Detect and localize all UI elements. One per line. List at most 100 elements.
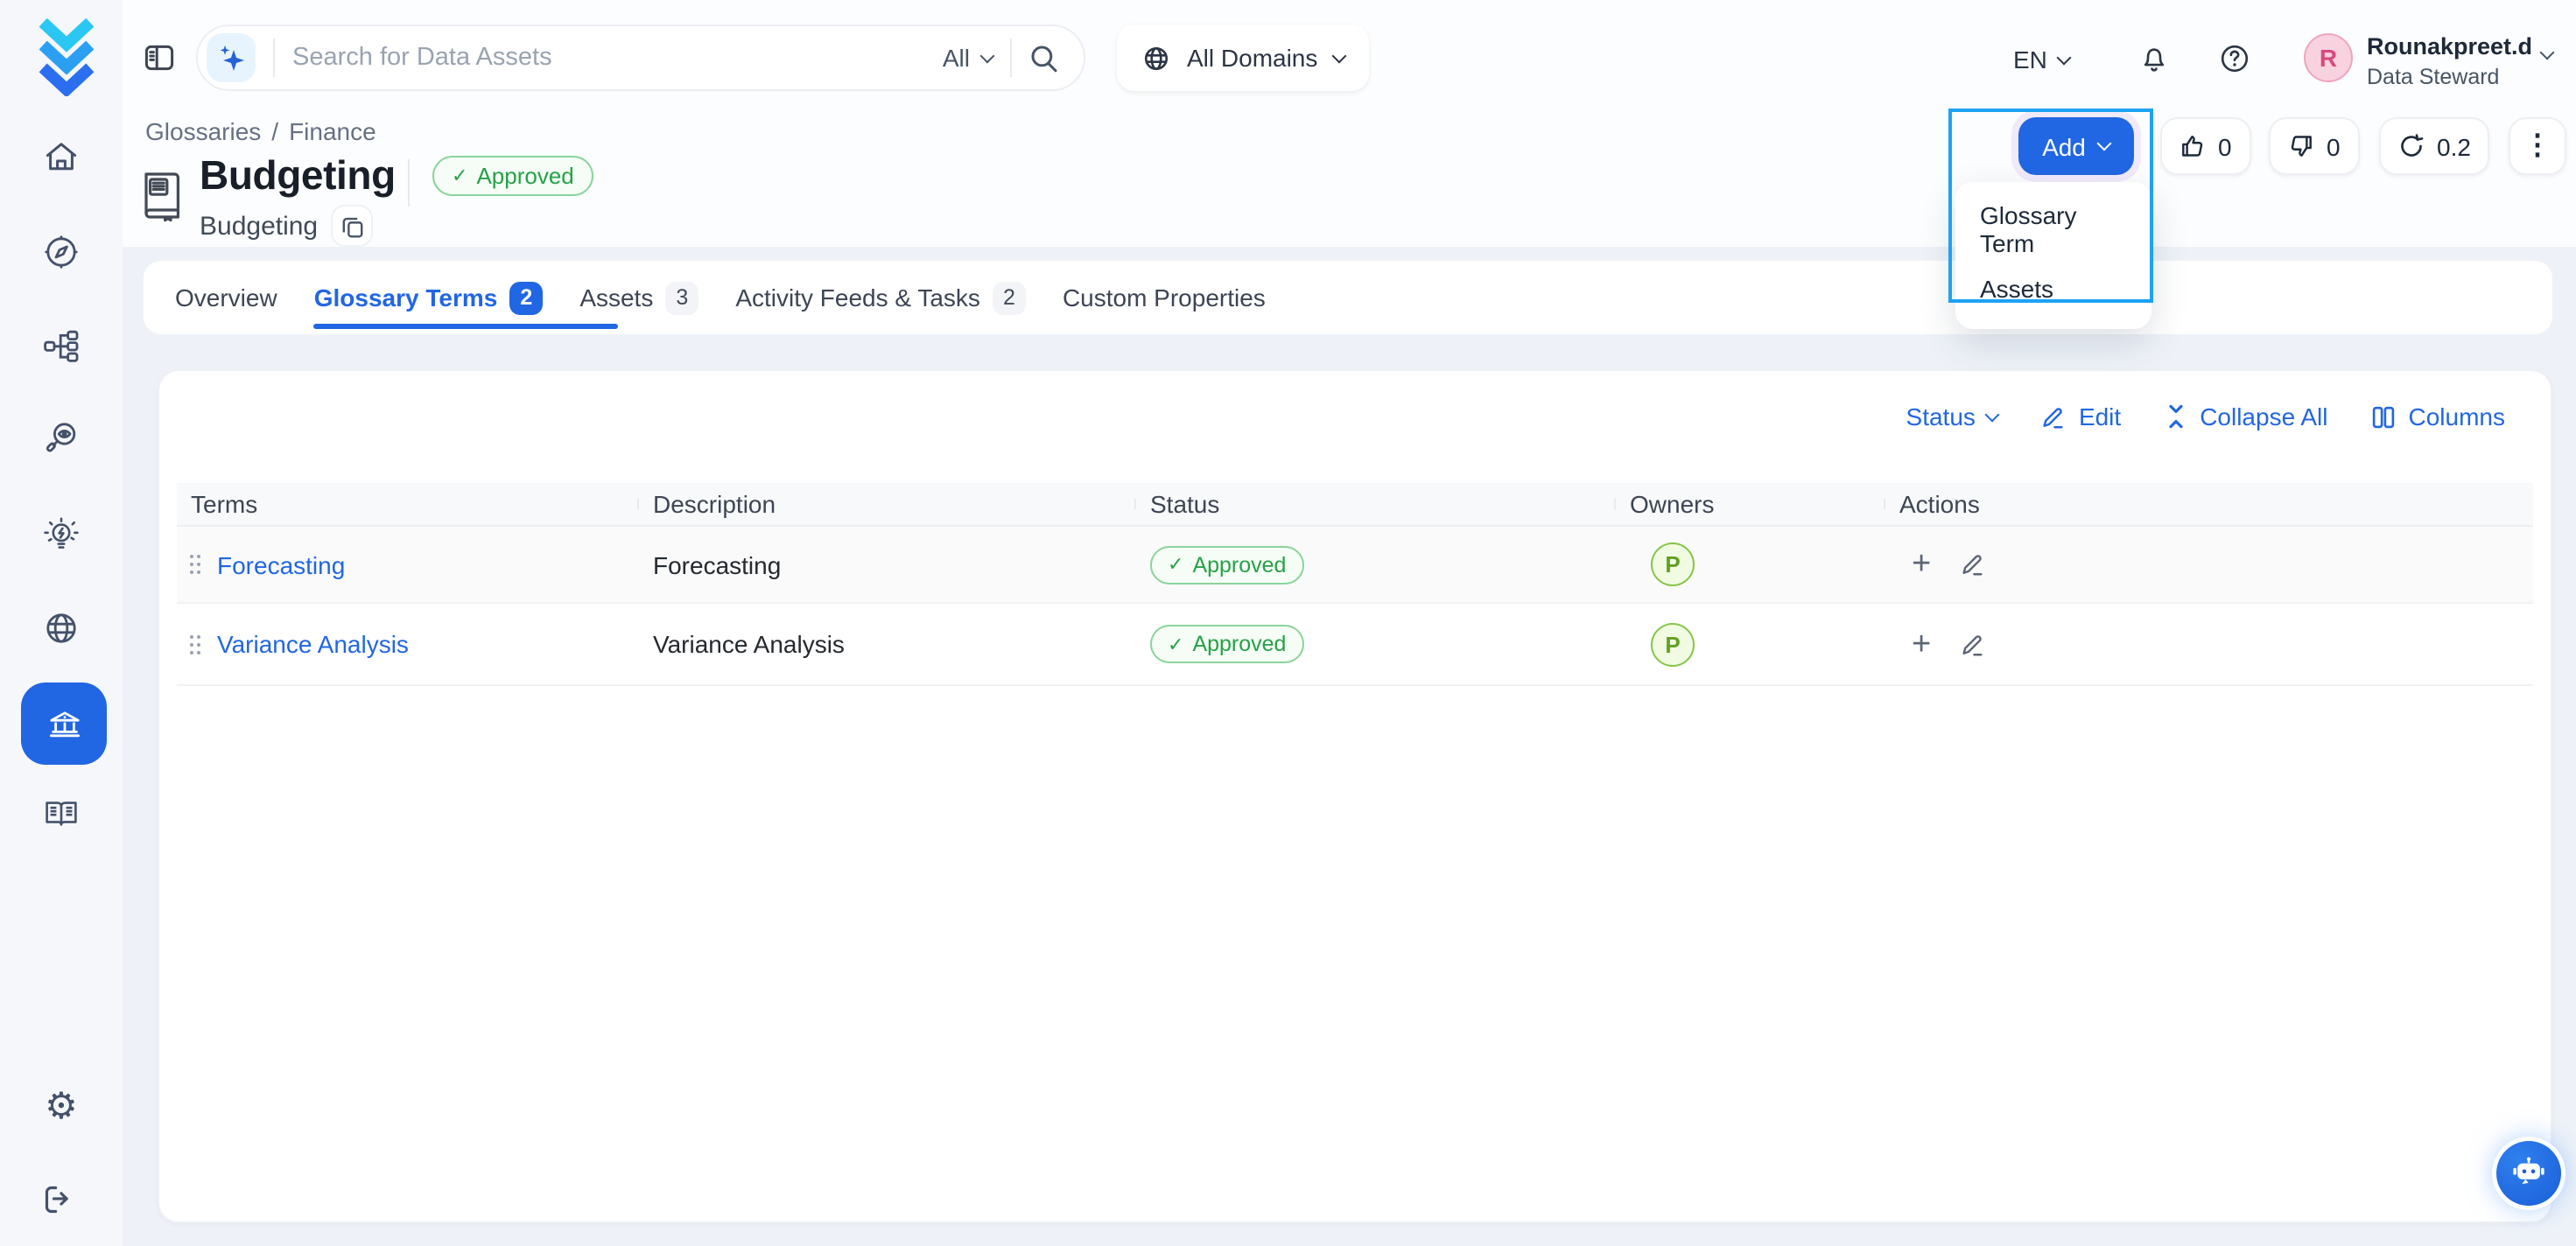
upvote-button[interactable]: 0 <box>2160 117 2251 175</box>
term-link[interactable]: Variance Analysis <box>217 630 409 658</box>
glossary-terms-table: Terms Description Status Owners Actions … <box>177 483 2533 686</box>
global-search-bar[interactable]: All <box>196 24 1085 91</box>
user-avatar[interactable]: R <box>2304 33 2353 82</box>
openmetadata-app: ⚙ All <box>0 0 2576 1246</box>
collapse-all-button[interactable]: Collapse All <box>2163 402 2327 430</box>
owner-avatar[interactable]: P <box>1651 542 1695 586</box>
thumbs-up-icon <box>2179 133 2206 159</box>
drag-handle-icon[interactable] <box>187 633 203 655</box>
status-filter-dropdown[interactable]: Status <box>1906 402 1998 430</box>
chevron-down-icon <box>1331 48 1346 63</box>
kebab-icon: ⋮ <box>2523 132 2551 160</box>
add-child-term-button[interactable]: + <box>1912 548 1931 581</box>
check-icon: ✓ <box>452 164 467 187</box>
column-header-owners: Owners <box>1616 490 1885 518</box>
more-options-button[interactable]: ⋮ <box>2509 117 2566 175</box>
thumbs-down-icon <box>2288 133 2314 159</box>
user-name: Rounakpreet.d <box>2367 33 2532 61</box>
app-logo[interactable] <box>30 16 103 96</box>
sidebar-item-domains[interactable] <box>42 609 81 648</box>
tab-overview[interactable]: Overview <box>175 284 277 312</box>
column-header-status: Status <box>1136 490 1616 518</box>
sidebar-item-insights[interactable] <box>42 516 81 555</box>
table-row: Variance Analysis Variance Analysis ✓ Ap… <box>177 604 2533 686</box>
check-icon: ✓ <box>1168 633 1183 655</box>
tab-label: Custom Properties <box>1063 284 1266 312</box>
chatbot-button[interactable] <box>2496 1141 2561 1206</box>
menu-item-assets[interactable]: Assets <box>1955 266 2151 312</box>
robot-icon <box>2510 1155 2547 1192</box>
drag-handle-icon[interactable] <box>187 553 203 576</box>
chevron-down-icon <box>2057 50 2072 65</box>
globe-icon <box>1141 43 1171 73</box>
sidebar-item-lineage[interactable] <box>42 327 81 366</box>
sidebar-item-glossary[interactable] <box>42 796 81 835</box>
breadcrumb-glossaries[interactable]: Glossaries <box>145 117 261 145</box>
bell-icon <box>2139 44 2169 75</box>
copy-button[interactable] <box>331 205 373 247</box>
owner-initial: P <box>1665 631 1680 657</box>
ai-sparkle-icon <box>215 42 247 74</box>
status-badge: ✓ Approved <box>1150 625 1303 663</box>
chevron-down-icon <box>980 48 995 63</box>
add-button[interactable]: Add <box>2018 117 2134 175</box>
sidebar-item-settings[interactable]: ⚙ <box>42 1088 81 1127</box>
sidebar-item-explore[interactable] <box>42 233 81 271</box>
search-icon[interactable] <box>1029 43 1059 73</box>
downvote-button[interactable]: 0 <box>2269 117 2360 175</box>
collapse-all-icon <box>2163 402 2187 430</box>
divider <box>273 38 275 77</box>
sidebar-collapse-button[interactable] <box>144 42 175 74</box>
tab-count-badge: 3 <box>665 281 698 314</box>
search-input[interactable] <box>292 44 943 72</box>
columns-button[interactable]: Columns <box>2370 402 2506 430</box>
sidebar-item-observability[interactable] <box>42 420 81 458</box>
tab-assets[interactable]: Assets 3 <box>579 281 698 314</box>
user-role: Data Steward <box>2367 65 2532 91</box>
version-button[interactable]: 0.2 <box>2379 117 2490 175</box>
menu-item-glossary-term[interactable]: Glossary Term <box>1955 192 2151 266</box>
sidebar-item-govern[interactable] <box>21 682 107 765</box>
row-edit-icon[interactable] <box>1959 551 1985 578</box>
edit-button[interactable]: Edit <box>2040 402 2121 430</box>
divider <box>408 159 410 206</box>
help-button[interactable] <box>2220 44 2250 74</box>
copy-icon <box>340 214 363 237</box>
owner-initial: P <box>1665 551 1680 578</box>
breadcrumb-finance[interactable]: Finance <box>289 117 376 145</box>
ai-search-button[interactable] <box>207 33 256 82</box>
notifications-button[interactable] <box>2139 44 2169 75</box>
tab-activity-feeds[interactable]: Activity Feeds & Tasks 2 <box>735 281 1026 314</box>
column-header-actions: Actions <box>1885 490 2533 518</box>
insights-bulb-icon <box>42 516 81 555</box>
tab-count-badge: 2 <box>509 281 543 314</box>
search-scope-select[interactable]: All <box>943 44 993 72</box>
column-header-description: Description <box>639 490 1136 518</box>
tab-label: Assets <box>579 284 653 312</box>
tab-custom-properties[interactable]: Custom Properties <box>1063 284 1266 312</box>
version-value: 0.2 <box>2437 132 2471 160</box>
gear-icon: ⚙ <box>42 1088 81 1127</box>
owner-avatar[interactable]: P <box>1651 622 1695 666</box>
add-child-term-button[interactable]: + <box>1912 627 1931 661</box>
logout-icon <box>42 1183 75 1216</box>
all-domains-button[interactable]: All Domains <box>1117 24 1368 91</box>
panel-toggle-icon <box>144 42 175 74</box>
sidebar-item-home[interactable] <box>42 138 81 177</box>
tab-glossary-terms[interactable]: Glossary Terms 2 <box>314 281 544 314</box>
table-header-row: Terms Description Status Owners Actions <box>177 483 2533 527</box>
search-scope-value: All <box>943 44 970 72</box>
table-toolbar: Status Edit Collapse All Columns <box>1906 402 2505 430</box>
term-description: Variance Analysis <box>639 630 1136 658</box>
sidebar-item-logout[interactable] <box>42 1183 81 1222</box>
language-select[interactable]: EN <box>2013 46 2070 74</box>
status-badge: ✓ Approved <box>1150 545 1303 584</box>
term-link[interactable]: Forecasting <box>217 550 345 578</box>
edit-label: Edit <box>2079 402 2121 430</box>
glossary-term-icon <box>138 170 184 222</box>
row-edit-icon[interactable] <box>1959 631 1985 657</box>
page-subtitle: Budgeting <box>200 212 318 242</box>
user-menu[interactable]: Rounakpreet.d Data Steward <box>2367 33 2532 91</box>
language-value: EN <box>2013 46 2047 74</box>
add-button-label: Add <box>2042 132 2086 160</box>
